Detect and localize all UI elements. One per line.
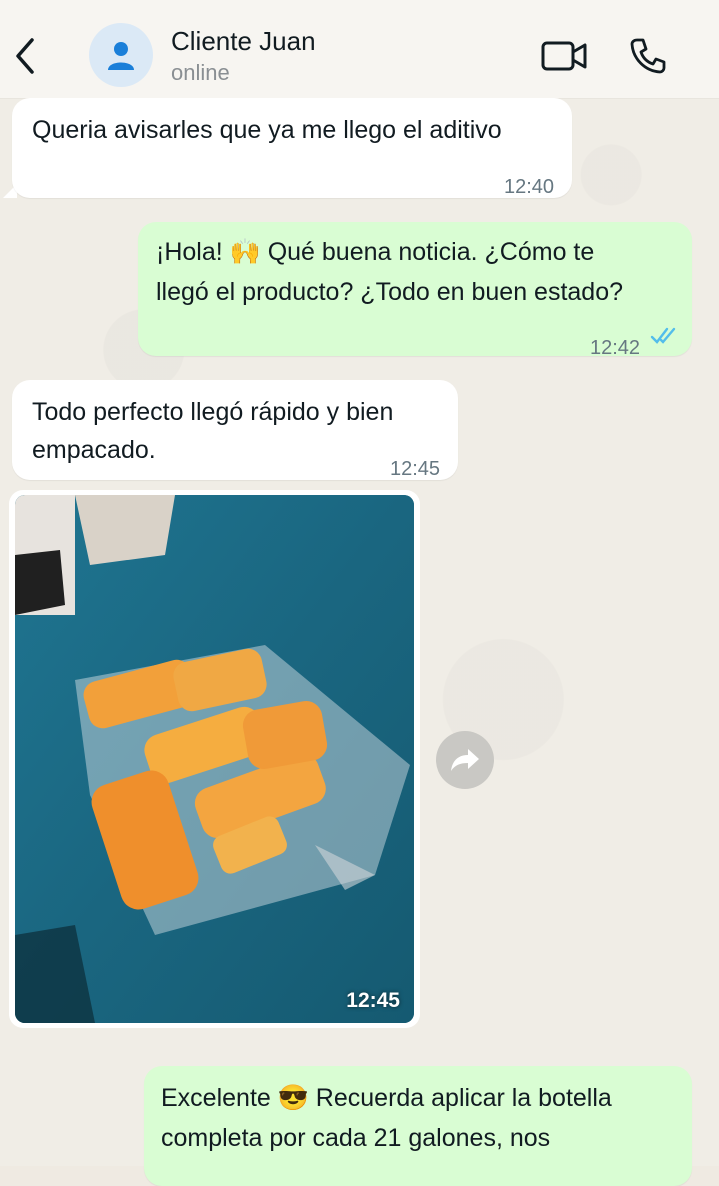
chat-header: Cliente Juan online [0, 0, 719, 98]
message-time: 12:40 [504, 176, 555, 198]
message-text: Todo perfecto llegó rápido y bien [32, 398, 394, 426]
message-text: Excelente 😎 Recuerda aplicar la botella [161, 1084, 612, 1112]
message-text: empacado. [32, 436, 156, 464]
message-text: completa por cada 21 galones, nos [161, 1124, 551, 1152]
phone-icon[interactable] [628, 36, 668, 81]
forward-button[interactable] [436, 731, 494, 789]
message-bubble-incoming[interactable]: Queria avisarles que ya me llego el adit… [12, 98, 572, 198]
message-text: Queria avisarles que ya me llego el adit… [32, 116, 502, 144]
message-time: 12:45 [390, 458, 441, 480]
contact-status: online [171, 60, 230, 85]
image-message[interactable]: 12:45 [9, 490, 420, 1028]
message-bubble-outgoing[interactable]: ¡Hola! 🙌 Qué buena noticia. ¿Cómo te lle… [138, 222, 692, 359]
video-call-icon[interactable] [540, 36, 588, 81]
message-time: 12:45 [346, 989, 400, 1012]
message-bubble-incoming[interactable]: Todo perfecto llegó rápido y bien empaca… [12, 380, 458, 480]
user-icon [108, 42, 134, 70]
photo-content [15, 495, 414, 1023]
double-check-icon [650, 327, 676, 344]
avatar[interactable] [89, 23, 153, 87]
photo[interactable]: 12:45 [15, 495, 414, 1023]
contact-name[interactable]: Cliente Juan [171, 26, 316, 57]
message-text: llegó el producto? ¿Todo en buen estado? [156, 278, 624, 306]
message-bubble-outgoing[interactable]: Excelente 😎 Recuerda aplicar la botella … [144, 1066, 692, 1186]
forward-icon [451, 749, 479, 771]
message-time: 12:42 [590, 337, 641, 359]
message-text: ¡Hola! 🙌 Qué buena noticia. ¿Cómo te [156, 238, 595, 266]
back-arrow-icon[interactable] [10, 36, 42, 76]
